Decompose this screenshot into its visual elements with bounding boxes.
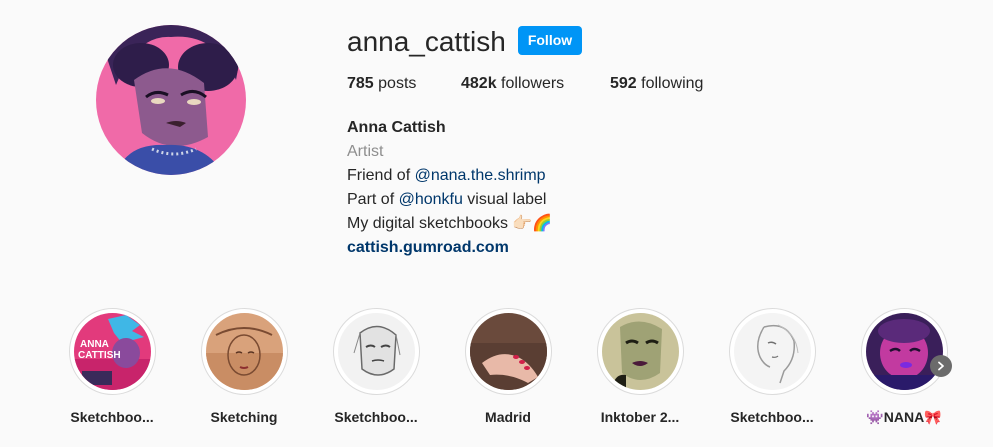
highlight-title: Sketching [210, 409, 278, 425]
highlight-title: 👾NANA🎀 [866, 409, 942, 425]
green-face-thumbnail [601, 313, 679, 390]
svg-text:CATTISH: CATTISH [78, 350, 121, 361]
highlight-item[interactable]: Sketching [186, 308, 302, 426]
website-link[interactable]: cattish.gumroad.com [347, 236, 552, 260]
next-highlights-button[interactable] [930, 355, 952, 377]
following-count: 592 [610, 75, 637, 92]
sketch-face-thumbnail [205, 313, 283, 390]
following-label: following [641, 75, 704, 92]
bio-line-friend-text: Friend of [347, 167, 415, 184]
followers-label: followers [501, 75, 565, 92]
bio-full-name: Anna Cattish [347, 119, 446, 136]
mention-link-nana[interactable]: @nana.the.shrimp [415, 167, 546, 184]
pencil-face-thumbnail [337, 313, 415, 390]
avatar-illustration [96, 25, 246, 175]
highlight-title: Sketchboo... [334, 409, 418, 425]
chevron-right-icon [938, 361, 944, 371]
bio-line-sketchbooks: My digital sketchbooks 👉🏻🌈 [347, 215, 553, 232]
stat-followers[interactable]: 482k followers [461, 74, 564, 94]
bio-line-part-text: Part of [347, 191, 399, 208]
highlight-ring [332, 308, 420, 395]
purple-character-thumbnail [865, 313, 943, 390]
profile-bio: Anna Cattish Artist Friend of @nana.the.… [347, 116, 552, 260]
line-portrait-thumbnail [733, 313, 811, 390]
followers-count: 482k [461, 75, 497, 92]
svg-text:ANNA: ANNA [80, 339, 109, 350]
pink-blue-art-thumbnail: ANNA CATTISH [73, 313, 151, 390]
highlight-ring [200, 308, 288, 395]
stat-posts: 785 posts [347, 74, 416, 94]
highlight-item[interactable]: Madrid [450, 308, 566, 426]
bio-category: Artist [347, 143, 384, 160]
follow-button[interactable]: Follow [518, 26, 582, 55]
highlight-title: Madrid [485, 409, 531, 425]
highlight-item[interactable]: Sketchboo... [318, 308, 434, 426]
mention-link-honkfu[interactable]: @honkfu [399, 191, 463, 208]
bio-line-part-suffix: visual label [462, 191, 547, 208]
stat-following[interactable]: 592 following [610, 74, 703, 94]
posts-count: 785 [347, 75, 374, 92]
highlight-ring [596, 308, 684, 395]
highlight-ring [860, 308, 948, 395]
highlight-item[interactable]: ANNA CATTISH Sketchboo... [54, 308, 170, 426]
profile-username: anna_cattish [347, 26, 506, 57]
highlight-item[interactable]: Sketchboo... [714, 308, 830, 426]
highlight-title: Sketchboo... [730, 409, 814, 425]
highlight-title: Inktober 2... [600, 409, 680, 425]
profile-avatar[interactable] [96, 25, 246, 175]
hand-photo-thumbnail [469, 313, 547, 390]
highlight-item[interactable]: Inktober 2... [582, 308, 698, 426]
highlight-ring: ANNA CATTISH [68, 308, 156, 395]
posts-label: posts [378, 75, 417, 92]
highlight-ring [464, 308, 552, 395]
bio-line-part: Part of @honkfu visual label [347, 188, 552, 212]
highlight-ring [728, 308, 816, 395]
highlight-title: Sketchboo... [70, 409, 154, 425]
bio-line-friend: Friend of @nana.the.shrimp [347, 164, 552, 188]
